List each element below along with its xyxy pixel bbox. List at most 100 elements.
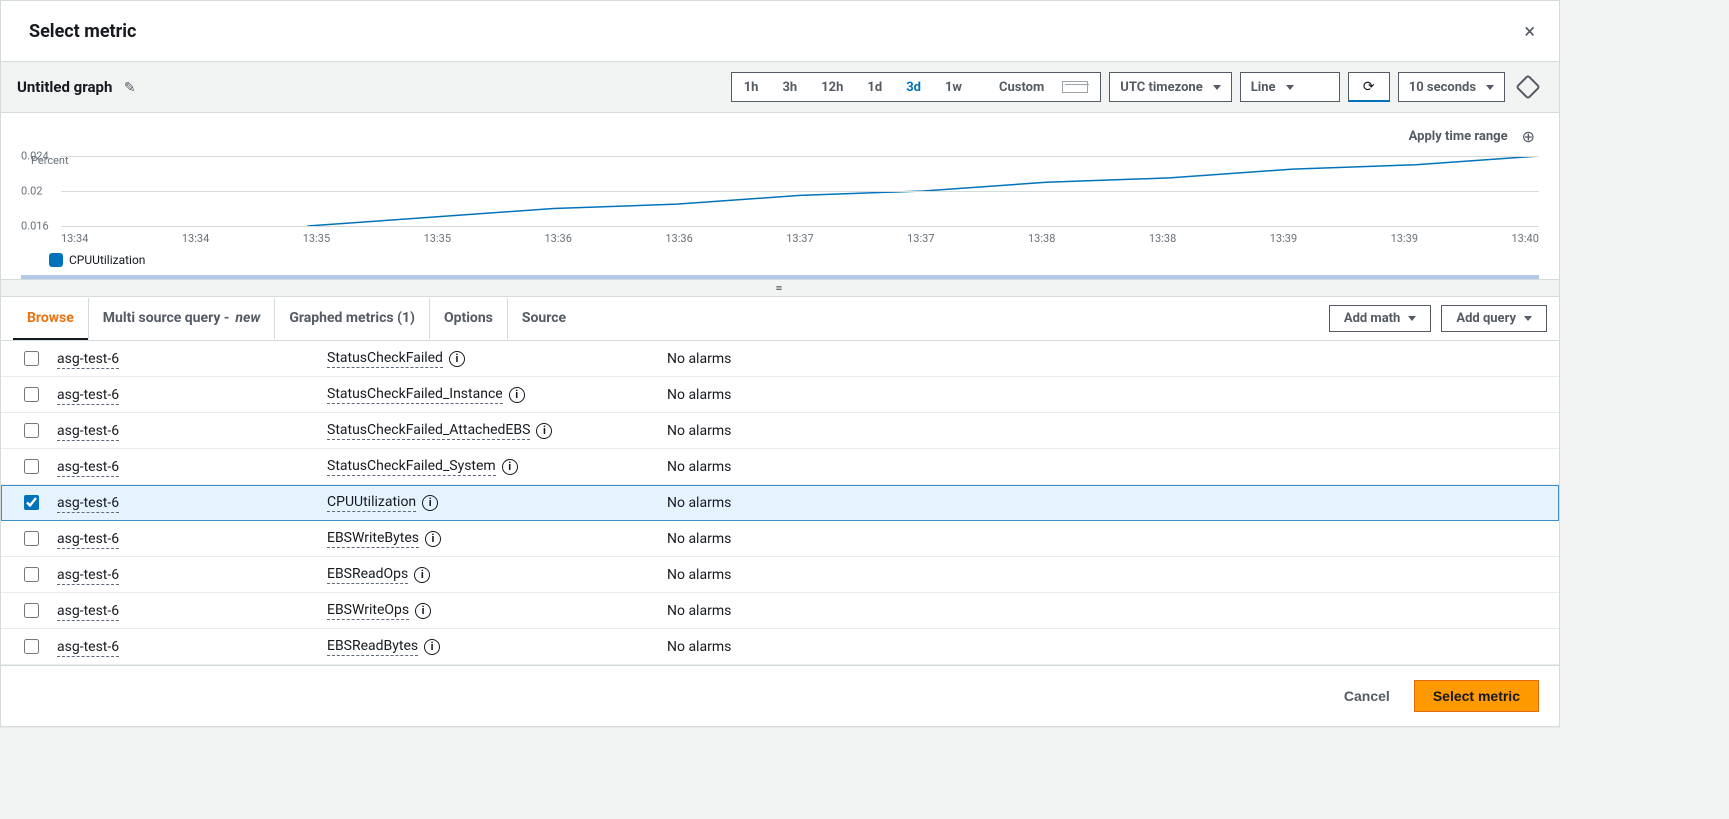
asg-name[interactable]: asg-test-6 [57, 459, 119, 477]
close-icon[interactable]: × [1520, 15, 1539, 47]
zoom-icon[interactable]: ⊕ [1522, 127, 1535, 146]
chevron-down-icon [1486, 85, 1494, 90]
table-row[interactable]: asg-test-6EBSReadBytesiNo alarms [1, 629, 1559, 665]
graph-toolbar: Untitled graph ✎ 1h3h12h1d3d1wCustom UTC… [1, 61, 1559, 113]
refresh-interval-value: 10 seconds [1409, 80, 1476, 95]
legend-label: CPUUtilization [69, 253, 145, 267]
alarm-status: No alarms [667, 423, 1555, 439]
time-range-1h[interactable]: 1h [732, 73, 771, 101]
table-row[interactable]: asg-test-6CPUUtilizationiNo alarms [1, 485, 1559, 521]
row-checkbox[interactable] [24, 351, 39, 366]
chevron-down-icon [1286, 85, 1294, 90]
tab-multi-source[interactable]: Multi source query - new [88, 298, 275, 340]
alarm-status: No alarms [667, 531, 1555, 547]
refresh-interval-select[interactable]: 10 seconds [1398, 72, 1505, 102]
cancel-button[interactable]: Cancel [1330, 680, 1404, 712]
table-row[interactable]: asg-test-6StatusCheckFailed_SystemiNo al… [1, 449, 1559, 485]
tab-source[interactable]: Source [507, 298, 580, 340]
add-math-button[interactable]: Add math [1329, 305, 1432, 332]
table-row[interactable]: asg-test-6EBSReadOpsiNo alarms [1, 557, 1559, 593]
ytick-label: 0.02 [21, 185, 57, 198]
table-row[interactable]: asg-test-6 StatusCheckFailed_AttachedEBS i… [1, 413, 1559, 449]
row-checkbox[interactable] [24, 603, 39, 618]
table-row[interactable]: asg-test-6EBSWriteOpsiNo alarms [1, 593, 1559, 629]
info-icon[interactable]: i [424, 639, 440, 655]
row-checkbox[interactable] [24, 423, 39, 438]
info-icon[interactable]: i [502, 459, 518, 475]
time-range-custom[interactable]: Custom [974, 73, 1100, 101]
xtick-label: 13:37 [786, 232, 813, 245]
info-icon[interactable]: i [509, 387, 525, 403]
asg-name[interactable]: asg-test-6 [57, 603, 119, 621]
settings-icon[interactable] [1513, 78, 1543, 96]
metric-name[interactable]: CPUUtilization [327, 494, 416, 512]
chart-plot[interactable]: 0.0160.020.024 [61, 156, 1539, 226]
chart-scrollbar[interactable] [21, 275, 1539, 279]
table-row[interactable]: asg-test-6 StatusCheckFailed_Instance i No … [1, 377, 1559, 413]
select-metric-button[interactable]: Select metric [1414, 680, 1539, 712]
metric-name[interactable]: StatusCheckFailed_AttachedEBS [327, 422, 530, 440]
graph-title-wrap: Untitled graph ✎ [17, 78, 136, 96]
info-icon[interactable]: i [449, 351, 465, 367]
resize-handle[interactable]: = [1, 279, 1559, 297]
timezone-value: UTC timezone [1120, 80, 1202, 95]
time-range-3d[interactable]: 3d [894, 73, 933, 101]
asg-name[interactable]: asg-test-6 [57, 567, 119, 585]
asg-name[interactable]: asg-test-6 [57, 387, 119, 405]
xtick-label: 13:39 [1391, 232, 1418, 245]
metric-name[interactable]: EBSReadBytes [327, 638, 418, 656]
asg-name[interactable]: asg-test-6 [57, 495, 119, 513]
row-checkbox[interactable] [24, 387, 39, 402]
chart-area: Apply time range ⊕ Percent 0.0160.020.02… [1, 113, 1559, 279]
info-icon[interactable]: i [414, 567, 430, 583]
chevron-down-icon [1408, 316, 1416, 321]
asg-name[interactable]: asg-test-6 [57, 639, 119, 657]
row-checkbox[interactable] [24, 531, 39, 546]
tab-graphed-metrics[interactable]: Graphed metrics (1) [274, 298, 429, 340]
edit-title-icon[interactable]: ✎ [124, 80, 136, 96]
metric-name[interactable]: EBSWriteOps [327, 602, 409, 620]
metric-name[interactable]: EBSReadOps [327, 566, 408, 584]
row-checkbox[interactable] [24, 567, 39, 582]
metric-name[interactable]: StatusCheckFailed_System [327, 458, 496, 476]
graph-title[interactable]: Untitled graph [17, 78, 112, 96]
apply-time-range-link[interactable]: Apply time range [1409, 129, 1508, 144]
time-range-1w[interactable]: 1w [933, 73, 974, 101]
refresh-icon: ⟳ [1363, 79, 1375, 95]
table-row[interactable]: asg-test-6StatusCheckFailediNo alarms [1, 341, 1559, 377]
refresh-button[interactable]: ⟳ [1348, 72, 1390, 102]
time-range-12h[interactable]: 12h [809, 73, 855, 101]
xtick-label: 13:38 [1149, 232, 1176, 245]
metric-name[interactable]: StatusCheckFailed_Instance [327, 386, 503, 404]
tab-options[interactable]: Options [429, 298, 507, 340]
xtick-label: 13:36 [665, 232, 692, 245]
metric-name[interactable]: StatusCheckFailed [327, 350, 443, 368]
row-checkbox[interactable] [24, 495, 39, 510]
graph-type-select[interactable]: Line [1240, 72, 1340, 102]
chevron-down-icon [1524, 316, 1532, 321]
modal-footer: Cancel Select metric [1, 666, 1559, 726]
timezone-select[interactable]: UTC timezone [1109, 72, 1231, 102]
table-row[interactable]: asg-test-6 EBSWriteBytes i No alarms [1, 521, 1559, 557]
chart-xaxis: 13:3413:3413:3513:3513:3613:3613:3713:37… [61, 226, 1539, 245]
time-range-segmented[interactable]: 1h3h12h1d3d1wCustom [731, 72, 1102, 102]
add-query-button[interactable]: Add query [1441, 305, 1547, 332]
info-icon[interactable]: i [536, 423, 552, 439]
asg-name[interactable]: asg-test-6 [57, 351, 119, 369]
metric-name[interactable]: EBSWriteBytes [327, 530, 419, 548]
graph-type-value: Line [1251, 80, 1276, 95]
xtick-label: 13:40 [1512, 232, 1539, 245]
row-checkbox[interactable] [24, 639, 39, 654]
time-range-3h[interactable]: 3h [770, 73, 809, 101]
ytick-label: 0.016 [21, 220, 57, 233]
row-checkbox[interactable] [24, 459, 39, 474]
gridline [61, 226, 1539, 227]
asg-name[interactable]: asg-test-6 [57, 423, 119, 441]
info-icon[interactable]: i [422, 495, 438, 511]
info-icon[interactable]: i [425, 531, 441, 547]
info-icon[interactable]: i [415, 603, 431, 619]
asg-name[interactable]: asg-test-6 [57, 531, 119, 549]
tab-browse[interactable]: Browse [13, 298, 88, 340]
time-range-1d[interactable]: 1d [855, 73, 894, 101]
alarm-status: No alarms [667, 387, 1555, 403]
